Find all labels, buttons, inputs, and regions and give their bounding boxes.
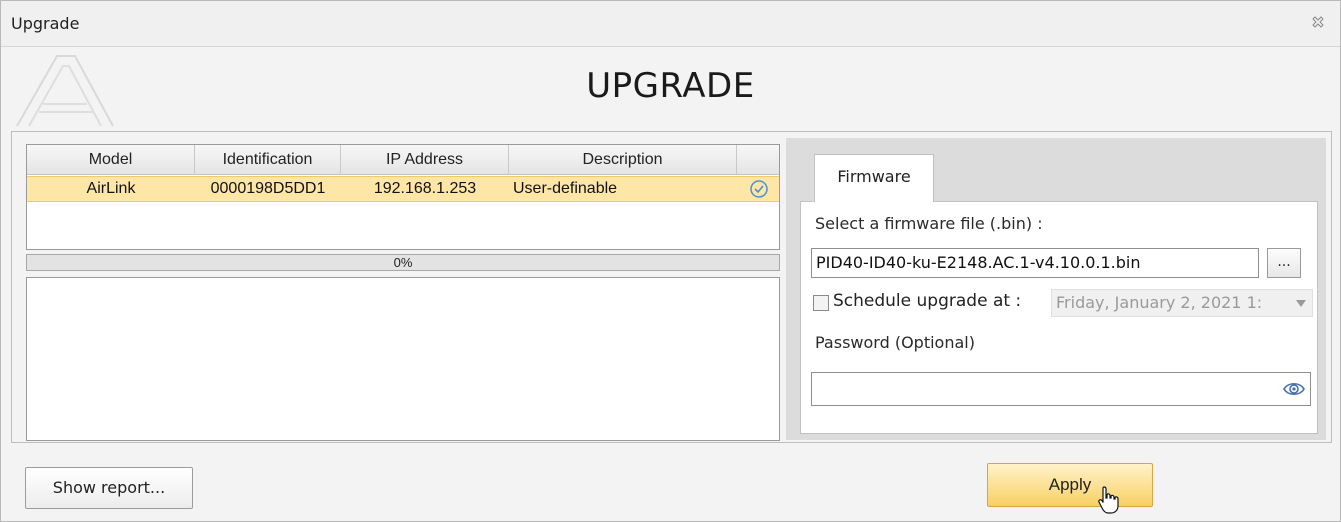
firmware-file-input[interactable]: PID40-ID40-ku-E2148.AC.1-v4.10.0.1.bin (811, 248, 1259, 278)
window-title: Upgrade (11, 14, 80, 33)
check-circle-icon (750, 180, 768, 198)
tab-firmware-label: Firmware (837, 167, 911, 186)
close-icon[interactable] (1310, 14, 1326, 30)
eye-icon[interactable] (1282, 378, 1306, 400)
schedule-label[interactable]: Schedule upgrade at : (833, 291, 1021, 311)
cell-identification: 0000198D5DD1 (210, 180, 326, 197)
schedule-date-value: Friday, January 2, 2021 1: (1056, 293, 1263, 312)
column-header-identification[interactable]: Identification (195, 145, 341, 175)
column-header-ip-address[interactable]: IP Address (341, 145, 509, 175)
page-title: UPGRADE (586, 66, 755, 106)
title-bar: Upgrade (1, 1, 1340, 47)
password-label: Password (Optional) (815, 333, 975, 352)
cell-ip-address: 192.168.1.253 (373, 180, 477, 197)
table-header: Model Identification IP Address Descript… (27, 145, 779, 175)
column-header-model[interactable]: Model (27, 145, 195, 175)
firmware-file-label: Select a firmware file (.bin) : (815, 214, 1043, 233)
column-header-description[interactable]: Description (509, 145, 737, 175)
progress-bar: 0% (26, 254, 780, 271)
apply-button[interactable]: Apply (987, 463, 1153, 507)
content-area: Model Identification IP Address Descript… (11, 131, 1332, 443)
device-table: Model Identification IP Address Descript… (26, 144, 780, 250)
chevron-down-icon (1296, 300, 1306, 307)
upgrade-window: Upgrade UPGRADE Model Identification IP … (0, 0, 1341, 522)
cell-description: User-definable (513, 180, 618, 197)
log-panel[interactable] (26, 277, 780, 441)
password-input[interactable] (811, 372, 1311, 406)
cell-model: AirLink (86, 180, 136, 197)
schedule-checkbox[interactable] (813, 295, 829, 311)
hand-cursor-icon (1098, 486, 1119, 514)
firmware-panel: Firmware Select a firmware file (.bin) :… (786, 138, 1326, 440)
tab-firmware[interactable]: Firmware (814, 154, 934, 202)
header: UPGRADE (1, 48, 1340, 130)
table-row[interactable]: AirLink 0000198D5DD1 192.168.1.253 User-… (27, 176, 779, 202)
show-report-button[interactable]: Show report... (25, 467, 193, 509)
firmware-tab-body: Select a firmware file (.bin) : PID40-ID… (800, 201, 1318, 434)
browse-button[interactable]: ... (1267, 248, 1301, 278)
schedule-date-select[interactable]: Friday, January 2, 2021 1: (1051, 289, 1313, 317)
progress-label: 0% (393, 255, 413, 270)
column-header-status (737, 145, 779, 175)
